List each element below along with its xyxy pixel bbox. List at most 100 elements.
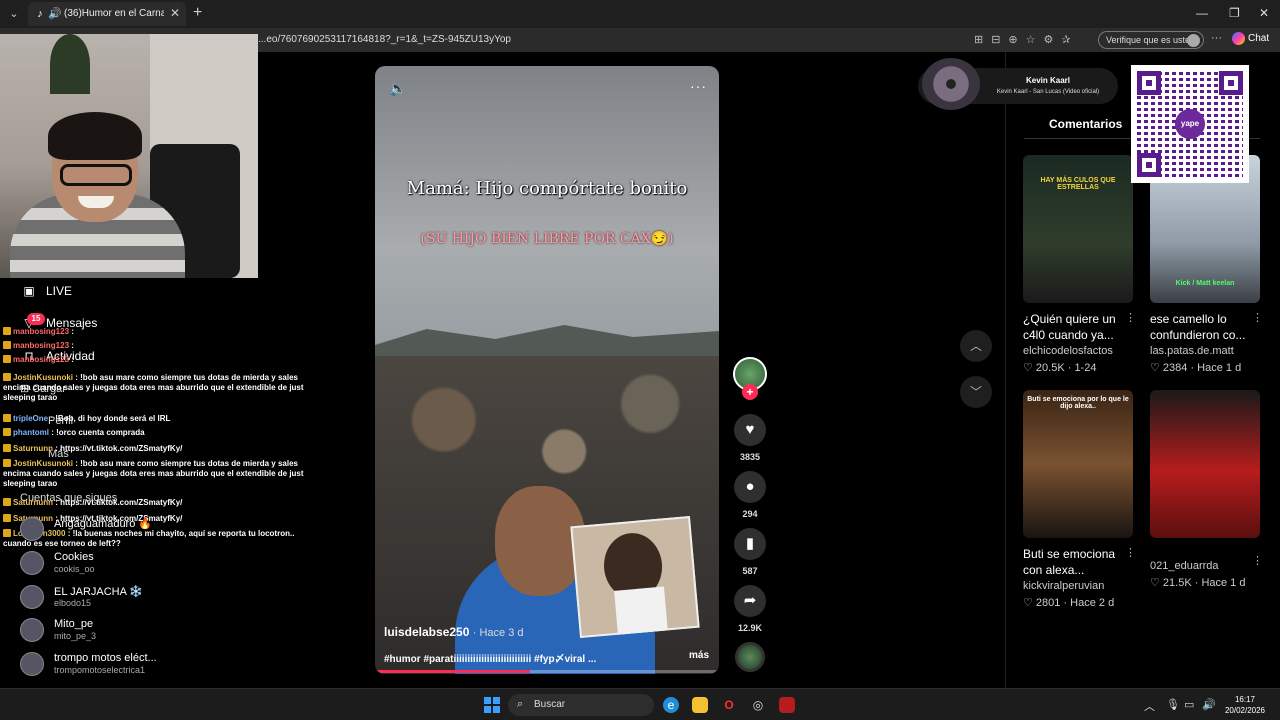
chat-message: Saturnunn : https://vt.tiktok.com/ZSmaty… (3, 444, 308, 454)
avatar (20, 517, 44, 541)
following-name: Cookies (54, 551, 94, 563)
following-item[interactable]: Angaguamaduro 🔥 (20, 515, 220, 543)
chat-badge-icon (3, 355, 11, 363)
browser-tab-active[interactable]: ♪ 🔊 (36)Humor en el Carnaval Caja ✕ (28, 2, 186, 26)
video-thumbnail[interactable]: Buti se emociona por lo que le dijo alex… (1023, 390, 1133, 538)
dota-icon[interactable] (779, 697, 795, 713)
chat-username[interactable]: Saturnunn (13, 444, 53, 453)
video-title[interactable]: Buti se emociona con alexa... (1023, 546, 1127, 578)
comment-count: 294 (742, 509, 758, 519)
video-author[interactable]: elchicodelosfactos (1023, 345, 1113, 357)
glasses (60, 164, 132, 186)
chat-badge-icon (3, 514, 11, 522)
follow-plus-icon[interactable]: + (742, 384, 758, 400)
edge-browser-icon[interactable]: e (663, 697, 679, 713)
next-video-chevron-down-icon[interactable]: ﹀ (960, 376, 992, 408)
vinyl-disc-icon (922, 58, 980, 110)
bookmark-icon[interactable]: ▮ (734, 528, 766, 560)
windows-start-icon[interactable] (484, 697, 500, 713)
video-player[interactable]: 🔈 ··· Mamá: Hijo compórtate bonito (SU H… (375, 66, 719, 674)
share-arrow-icon[interactable]: ➦ (734, 585, 766, 617)
nav-live[interactable]: ▣ LIVE (20, 284, 72, 298)
chat-username[interactable]: tripleOne (13, 414, 48, 423)
video-hashtags[interactable]: #humor #paratiiiiiiiiiiiiiiiiiiiiiiiiiii… (384, 650, 634, 665)
video-title[interactable]: ¿Quién quiere un c4l0 cuando ya... (1023, 311, 1127, 343)
following-item[interactable]: EL JARJACHA ❄️ elbodo15 (20, 583, 220, 611)
card-more-icon[interactable]: ⋮ (1252, 311, 1263, 324)
chat-message: JostinKusunoki : !bob asu mare como siem… (3, 373, 308, 403)
video-more-link[interactable]: más (689, 650, 709, 661)
comment-icon[interactable]: ● (734, 471, 766, 503)
chat-username[interactable]: JostinKusunoki (13, 459, 73, 468)
video-progress-bar[interactable] (375, 670, 719, 673)
video-author[interactable]: 021_eduarrda (1150, 560, 1219, 572)
opera-gx-icon[interactable]: O (721, 697, 737, 713)
verify-profile-button[interactable]: Verifique que es usted (1098, 31, 1204, 49)
windows-taskbar: ⌕ Buscar e O ◎ ︿ 🎙 ▭ 🔊 16:17 20/02/2026 (0, 688, 1280, 720)
tab-close-icon[interactable]: ✕ (170, 6, 180, 20)
chat-username[interactable]: JostinKusunoki (13, 373, 73, 382)
share-count: 12.9K (737, 623, 763, 633)
monkey-sticker (570, 515, 700, 639)
card-more-icon[interactable]: ⋮ (1125, 546, 1136, 559)
qr-corner (1137, 71, 1161, 95)
system-clock[interactable]: 16:17 20/02/2026 (1222, 694, 1268, 716)
microphone-icon[interactable]: 🎙 (1166, 698, 1180, 711)
video-more-icon[interactable]: ··· (690, 78, 707, 94)
video-author[interactable]: kickviralperuvian (1023, 580, 1104, 592)
following-name: Mito_pe (54, 618, 94, 630)
video-author[interactable]: luisdelabse250 · Hace 3 d (384, 625, 523, 639)
window-close-icon[interactable]: ✕ (1259, 6, 1269, 20)
speaker-icon[interactable]: 🔊 (1202, 698, 1216, 711)
monkey-shirt (614, 586, 668, 635)
following-item[interactable]: Cookies cookis_oo (20, 549, 220, 577)
chat-username[interactable]: manbosing123 (13, 327, 69, 336)
tab-comentarios[interactable]: Comentarios (1049, 117, 1122, 131)
qr-pattern: yape (1137, 71, 1243, 177)
taskbar-search[interactable]: ⌕ Buscar (508, 694, 654, 716)
chat-badge-icon (3, 498, 11, 506)
copilot-chat-button[interactable]: Chat (1232, 32, 1269, 45)
qr-corner (1137, 153, 1161, 177)
tab-actions-chevron-icon[interactable]: ⌄ (6, 6, 22, 22)
right-panel-divider (1005, 52, 1006, 688)
file-explorer-icon[interactable] (692, 697, 708, 713)
url-field[interactable]: ...eo/7607690253117164818?_r=1&_t=ZS-945… (258, 34, 511, 45)
card-more-icon[interactable]: ⋮ (1252, 554, 1263, 567)
new-tab-plus-icon[interactable]: + (193, 4, 202, 22)
chat-badge-icon (3, 529, 11, 537)
video-thumbnail[interactable]: HAY MÁS CULOS QUE ESTRELLAS (1023, 155, 1133, 303)
video-stats: ♡ 2801 · Hace 2 d (1023, 597, 1115, 609)
tray-chevron-up-icon[interactable]: ︿ (1144, 698, 1155, 714)
chat-username[interactable]: Saturnunn (13, 498, 53, 507)
network-icon[interactable]: ▭ (1184, 698, 1194, 711)
following-item[interactable]: trompo motos eléct... trompomotoselectric… (20, 650, 220, 678)
chat-message: Saturnunn : https://vt.tiktok.com/ZSmaty… (3, 498, 308, 508)
chat-username[interactable]: manbosing123 (13, 341, 69, 350)
music-disc-icon[interactable] (735, 642, 765, 672)
chat-username[interactable]: phantoml (13, 428, 49, 437)
chat-username[interactable]: manbosing123 (13, 355, 69, 364)
following-handle: mito_pe_3 (54, 631, 97, 641)
following-handle: trompomotoselectrica1 (54, 665, 146, 675)
tiktok-logo-icon: ♪ (37, 8, 43, 20)
toolbar-icons[interactable]: ⊞⊟⊕☆⚙✰ (974, 33, 1079, 46)
previous-video-chevron-up-icon[interactable]: ︿ (960, 330, 992, 362)
restore-icon[interactable]: ❐ (1229, 6, 1240, 20)
chat-badge-icon (3, 444, 11, 452)
like-heart-icon[interactable]: ♥ (734, 414, 766, 446)
video-time: · Hace 3 d (472, 627, 524, 639)
volume-icon[interactable]: 🔈 (389, 80, 406, 97)
more-options-icon[interactable]: ··· (1211, 32, 1222, 44)
streaming-app-icon[interactable]: ◎ (750, 697, 766, 713)
minimize-icon[interactable]: — (1196, 6, 1208, 20)
now-playing-track: Kevin Kaarl - San Lucas (Video oficial) (996, 89, 1100, 95)
following-item[interactable]: Mito_pe mito_pe_3 (20, 616, 220, 644)
avatar (20, 618, 44, 642)
video-author[interactable]: las.patas.de.matt (1150, 345, 1234, 357)
video-thumbnail[interactable] (1150, 390, 1260, 538)
card-more-icon[interactable]: ⋮ (1125, 311, 1136, 324)
chat-badge-icon (3, 459, 11, 467)
video-title[interactable]: ese camello lo confundieron co... (1150, 311, 1254, 343)
audio-playing-icon[interactable]: 🔊 (48, 7, 62, 20)
